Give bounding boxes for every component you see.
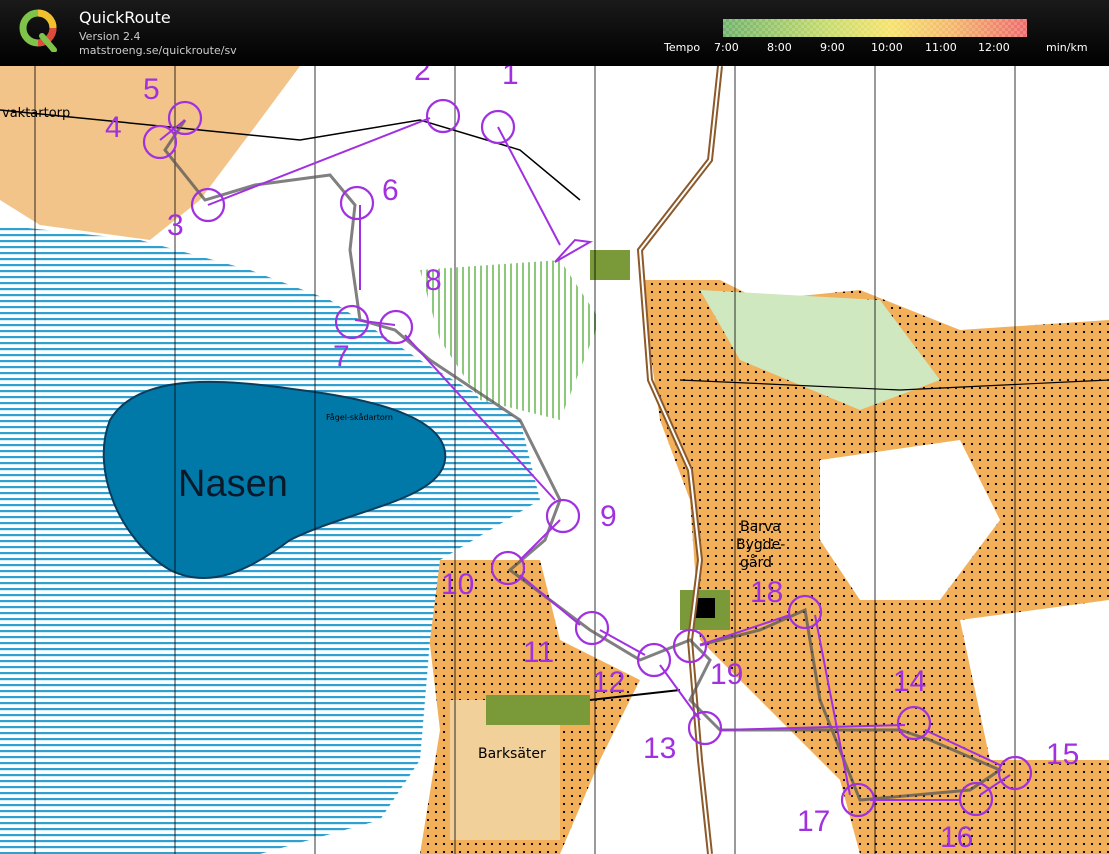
control-number: 17 [797,805,830,838]
place-label: gård [740,554,772,571]
building [695,598,715,618]
quickroute-window: QuickRoute Version 2.4 matstroeng.se/qui… [0,0,1109,854]
control-number: 9 [600,500,617,533]
place-label: Bygde- [736,537,785,553]
tempo-unit: min/km [1046,41,1088,54]
control-number: 10 [441,568,474,601]
tempo-tick: 11:00 [925,41,957,54]
control-number: 18 [750,576,783,609]
place-label: vaktartorp [2,106,70,121]
lake-label: Nasen [178,463,288,505]
control-number: 1 [502,66,519,91]
control-number: 11 [523,636,554,669]
app-url: matstroeng.se/quickroute/sv [79,44,237,57]
control-number: 13 [643,732,676,765]
control-number: 8 [425,264,442,297]
tempo-tick: 10:00 [871,41,903,54]
control-number: 4 [105,111,122,144]
tempo-tick: 8:00 [767,41,792,54]
control-number: 12 [592,666,625,699]
control-number: 19 [710,658,743,691]
control-number: 6 [382,174,399,207]
header-bar: QuickRoute Version 2.4 matstroeng.se/qui… [0,0,1109,66]
place-label: Barksäter [478,746,546,762]
control-number: 15 [1046,738,1079,771]
place-label: Barva [740,519,781,535]
settlement-barksater [486,695,590,725]
settlement-north [590,250,630,280]
tempo-color-scale [723,19,1027,37]
tempo-tick: 12:00 [978,41,1010,54]
control-number: 3 [167,209,184,242]
control-number: 5 [143,73,160,106]
orienteering-map[interactable]: Nasen vaktartorp Barksäter Barva Bygde- … [0,66,1109,854]
tempo-tick: 7:00 [714,41,739,54]
app-version: Version 2.4 [79,30,141,43]
app-title: QuickRoute [79,8,171,27]
place-label: Fågel-skådartorn [326,412,393,422]
quickroute-logo-icon [19,9,57,52]
control-number: 7 [333,340,350,373]
tempo-label: Tempo [664,41,701,54]
control-number: 2 [414,66,431,87]
control-number: 14 [893,665,926,698]
control-number: 16 [940,821,973,854]
tempo-tick: 9:00 [820,41,845,54]
